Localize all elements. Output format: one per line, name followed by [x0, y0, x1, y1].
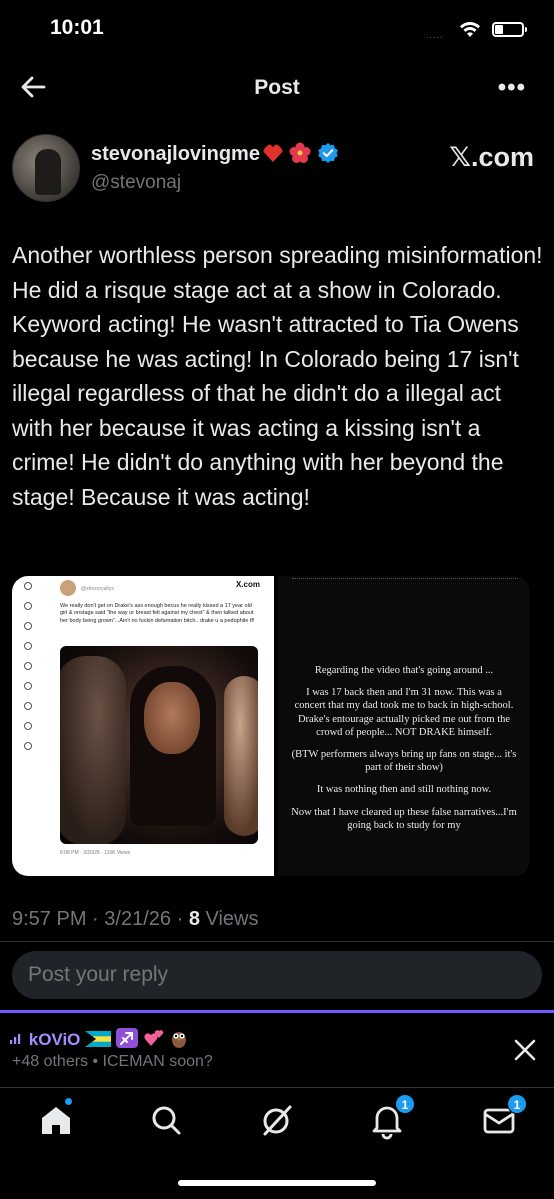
meta-separator: ·: [176, 908, 184, 930]
statement-paragraph: (BTW performers always bring up fans on …: [291, 749, 517, 774]
photo-man: [60, 656, 126, 844]
statement-paragraph: It was nothing then and still nothing no…: [316, 784, 492, 796]
verified-badge-icon: [318, 143, 338, 163]
sagittarius-icon: [115, 1028, 138, 1048]
views-label: Views: [205, 908, 259, 930]
grok-icon: [24, 622, 32, 630]
battery-icon: [492, 22, 527, 37]
tab-notifications[interactable]: 1: [367, 1094, 415, 1140]
audio-bars-icon: [10, 1034, 21, 1044]
close-icon[interactable]: [512, 1037, 538, 1063]
signal-icon: .....: [426, 30, 444, 40]
author-name-row[interactable]: stevonajlovingme: [91, 142, 339, 166]
divider: [0, 941, 554, 942]
search-icon: [24, 602, 32, 610]
two-hearts-icon: [143, 1030, 163, 1046]
notifications-icon: [24, 642, 32, 650]
hibiscus-icon: [289, 142, 311, 163]
embedded-photo: [60, 646, 258, 844]
post-meta: 9:57 PM · 3/21/26 · 8 Views: [12, 908, 259, 931]
embedded-handle: @shesroyaltyx: [81, 586, 114, 592]
photo-face: [144, 682, 200, 754]
notifications-badge: 1: [395, 1094, 415, 1114]
notification-user-row[interactable]: kOViO: [10, 1027, 189, 1050]
messages-badge: 1: [507, 1094, 527, 1114]
embedded-sidebar: [12, 576, 46, 876]
notification-subtitle: +48 others • ICEMAN soon?: [12, 1053, 213, 1070]
meta-separator: ·: [92, 908, 99, 930]
statement-paragraph: I was 17 back then and I'm 31 now. This …: [294, 687, 514, 738]
statement-paragraph: Regarding the video that's going around …: [314, 665, 494, 676]
tab-messages[interactable]: 1: [479, 1094, 527, 1140]
more-icon: [24, 742, 32, 750]
notification-banner[interactable]: kOViO +48 others • ICEMAN soon?: [0, 1013, 554, 1087]
home-icon: [24, 582, 32, 590]
profile-icon: [24, 722, 32, 730]
statement-top-line: [292, 578, 518, 582]
bottom-tab-bar: 1 1: [0, 1088, 554, 1158]
media-screenshot-tweet[interactable]: @shesroyaltyx X.com We really don't get …: [12, 576, 274, 876]
status-bar: 10:01 .....: [0, 0, 554, 62]
post-media[interactable]: @shesroyaltyx X.com We really don't get …: [12, 576, 530, 876]
home-indicator[interactable]: [178, 1180, 376, 1186]
avatar[interactable]: [12, 134, 80, 202]
page-title: Post: [254, 76, 300, 99]
tab-grok[interactable]: [257, 1100, 297, 1140]
bahamas-flag-icon: [85, 1031, 112, 1047]
avatar-figure: [35, 149, 61, 195]
messages-icon: [24, 662, 32, 670]
grok-icon: [263, 1105, 292, 1136]
reply-input[interactable]: [28, 963, 508, 987]
owl-icon: [172, 1032, 187, 1048]
red-heart-icon: [262, 144, 283, 162]
views-count: 8: [188, 908, 200, 930]
top-nav: Post •••: [0, 64, 554, 114]
embedded-avatar: [60, 580, 76, 596]
source-badge: 𝕏.com: [449, 142, 534, 172]
search-icon: [152, 1106, 181, 1135]
author-display-name[interactable]: stevonajlovingme: [91, 143, 260, 165]
post-time: 9:57 PM: [12, 908, 87, 930]
media-statement-image[interactable]: Regarding the video that's going around …: [278, 576, 530, 876]
tab-home[interactable]: [36, 1098, 76, 1140]
list-icon: [24, 702, 32, 710]
status-time: 10:01: [50, 16, 104, 39]
statement-text: Regarding the video that's going around …: [290, 664, 518, 841]
post-date: 3/21/26: [104, 908, 172, 930]
embedded-meta: 6:08 PM · 3/20/26 · 116K Views: [60, 850, 131, 856]
photo-background-woman: [224, 676, 258, 836]
embedded-action-icons: [60, 863, 260, 869]
embedded-text: We really don't get on Drake's ass enoug…: [60, 603, 255, 624]
tab-search[interactable]: [146, 1100, 186, 1140]
more-options-icon[interactable]: •••: [498, 74, 526, 102]
author-handle[interactable]: @stevonaj: [91, 172, 181, 194]
reply-composer[interactable]: [12, 951, 542, 999]
post-author: stevonajlovingme @stevonaj 𝕏.com: [12, 134, 542, 204]
notification-user-name: kOViO: [28, 1030, 81, 1049]
statement-paragraph: Now that I have cleared up these false n…: [291, 806, 517, 831]
home-icon: [42, 1107, 70, 1134]
home-unread-dot: [65, 1098, 72, 1105]
bookmark-icon: [24, 682, 32, 690]
post-text: Another worthless person spreading misin…: [12, 242, 543, 510]
embedded-source: X.com: [235, 580, 260, 589]
wifi-icon: [460, 21, 480, 37]
